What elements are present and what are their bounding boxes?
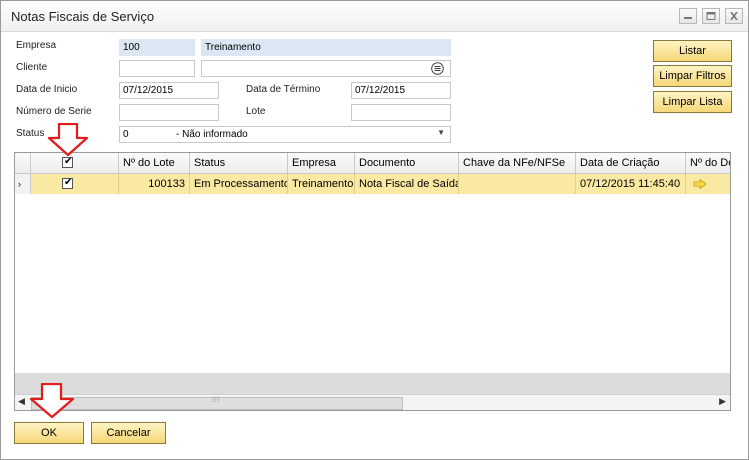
row-checkbox-cell[interactable]: ✔	[31, 174, 119, 194]
row-header-corner	[15, 153, 31, 173]
close-button[interactable]	[725, 8, 743, 24]
select-all-checkbox[interactable]: ✔	[62, 156, 73, 168]
maximize-button[interactable]	[702, 8, 720, 24]
window: Notas Fiscais de Serviço Empresa 100 Tre…	[0, 0, 749, 460]
lote-label: Lote	[246, 106, 266, 117]
chevron-down-icon: ▼	[437, 128, 445, 137]
grip-icon: ⁝⁝⁝	[212, 395, 220, 404]
grid-header: ✔ Nº do Lote Status Empresa Documento Ch…	[15, 153, 730, 174]
col-chave[interactable]: Chave da NFe/NFSe	[459, 153, 576, 173]
minimize-icon	[684, 17, 692, 19]
lote-field[interactable]	[351, 104, 451, 121]
annotation-arrow-icon	[29, 383, 75, 419]
col-empresa[interactable]: Empresa	[288, 153, 355, 173]
cell-empresa: Treinamento	[288, 174, 355, 194]
scroll-left-icon[interactable]: ◀	[18, 396, 25, 407]
numero-serie-label: Número de Serie	[16, 106, 92, 117]
grid-footer	[15, 373, 730, 394]
notas-grid: ✔ Nº do Lote Status Empresa Documento Ch…	[14, 152, 731, 411]
row-checkbox[interactable]: ✔	[62, 177, 73, 189]
data-inicio-field[interactable]: 07/12/2015	[119, 82, 219, 99]
annotation-arrow-icon	[47, 123, 89, 157]
empresa-code-field: 100	[119, 39, 195, 56]
cell-lote: 100133	[119, 174, 190, 194]
minimize-button[interactable]	[679, 8, 697, 24]
close-icon	[730, 12, 738, 20]
limpar-filtros-button[interactable]: Limpar Filtros	[653, 65, 732, 87]
row-pointer-icon: ›	[18, 179, 21, 189]
data-termino-field[interactable]: 07/12/2015	[351, 82, 451, 99]
row-selector[interactable]: ›	[15, 174, 31, 194]
status-text: - Não informado	[176, 129, 248, 140]
data-termino-label: Data de Término	[246, 84, 321, 95]
data-inicio-label: Data de Inicio	[16, 84, 78, 95]
numero-serie-field[interactable]	[119, 104, 219, 121]
cliente-label: Cliente	[16, 62, 48, 73]
title-bar: Notas Fiscais de Serviço	[1, 1, 748, 32]
checkmark-icon: ✔	[64, 177, 73, 188]
status-select[interactable]: 0 - Não informado ▼	[119, 126, 451, 143]
scroll-right-icon[interactable]: ▶	[719, 396, 726, 407]
col-data-criacao[interactable]: Data de Criação	[576, 153, 686, 173]
ok-button[interactable]: OK	[14, 422, 84, 444]
cancelar-button[interactable]: Cancelar	[91, 422, 166, 444]
col-num-doc[interactable]: Nº do Docu	[686, 153, 730, 173]
empresa-name-field: Treinamento	[201, 39, 451, 56]
horizontal-scrollbar[interactable]: ◀ ⁝⁝⁝ ▶	[15, 394, 730, 410]
window-title: Notas Fiscais de Serviço	[11, 9, 155, 24]
cell-documento: Nota Fiscal de Saída	[355, 174, 459, 194]
empresa-label: Empresa	[16, 40, 57, 51]
cliente-code-field[interactable]	[119, 60, 195, 77]
listar-button[interactable]: Listar	[653, 40, 732, 62]
list-picker-icon[interactable]	[431, 62, 444, 75]
cell-num-doc[interactable]	[686, 174, 730, 194]
col-status[interactable]: Status	[190, 153, 288, 173]
cell-chave	[459, 174, 576, 194]
status-label: Status	[16, 128, 45, 139]
status-code: 0	[123, 129, 129, 140]
maximize-icon	[706, 12, 716, 20]
col-lote[interactable]: Nº do Lote	[119, 153, 190, 173]
table-row[interactable]: › ✔ 100133 Em Processamento Treinamento …	[15, 174, 730, 194]
cell-data-criacao: 07/12/2015 11:45:40	[576, 174, 686, 194]
col-documento[interactable]: Documento	[355, 153, 459, 173]
limpar-lista-button[interactable]: Limpar Lista	[653, 91, 732, 113]
cliente-name-field[interactable]	[201, 60, 451, 77]
scroll-thumb[interactable]: ⁝⁝⁝	[31, 395, 403, 410]
cell-status: Em Processamento	[190, 174, 288, 194]
arrow-link-icon[interactable]	[693, 179, 707, 189]
